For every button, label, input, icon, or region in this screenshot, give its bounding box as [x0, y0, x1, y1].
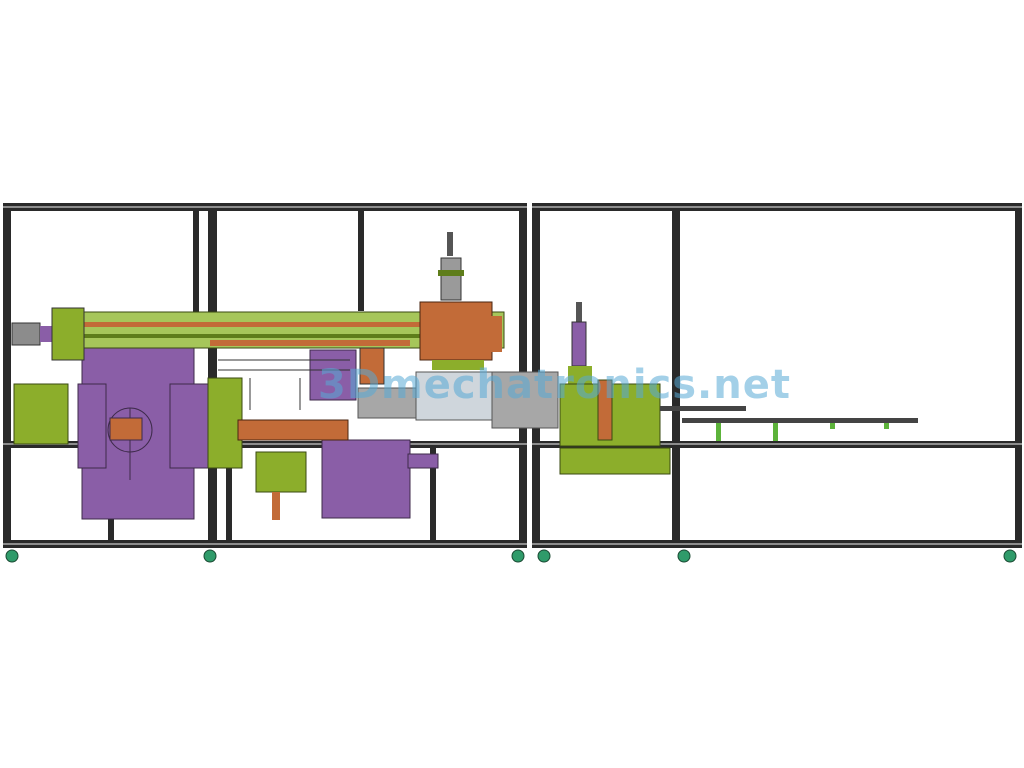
- servo-motor-icon: [11, 307, 85, 361]
- watermark-text: 3Dmechatronics.net: [318, 362, 791, 408]
- green-stand: [272, 492, 280, 520]
- outfeed-conveyor: [660, 406, 918, 441]
- press-head-copper: [419, 301, 502, 370]
- caster-wheel-icon: [5, 549, 1017, 563]
- copper-slide: [237, 419, 349, 441]
- pneumatic-cylinder-icon: [438, 232, 464, 301]
